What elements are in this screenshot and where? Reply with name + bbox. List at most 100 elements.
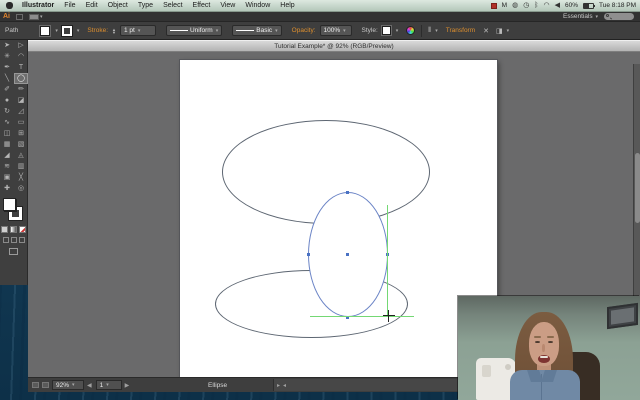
draw-inside-button[interactable] bbox=[18, 237, 25, 243]
tool-blob-brush[interactable]: ● bbox=[0, 95, 14, 106]
tool-eyedropper[interactable]: ◢ bbox=[0, 150, 14, 161]
tool-pencil[interactable]: ✏ bbox=[14, 84, 28, 95]
tool-slice[interactable]: ╳ bbox=[14, 172, 28, 183]
tool-type[interactable]: T bbox=[14, 62, 28, 73]
style-caret[interactable]: ▾ bbox=[396, 28, 399, 34]
tool-free-transform[interactable]: ▭ bbox=[14, 117, 28, 128]
fill-indicator[interactable] bbox=[3, 198, 16, 211]
stroke-weight-field[interactable]: 1 pt ▾ bbox=[119, 25, 156, 36]
recording-status-icon[interactable] bbox=[490, 2, 497, 9]
fill-color-swatch[interactable] bbox=[40, 25, 51, 36]
artboard-nav-forward[interactable]: ▶ bbox=[125, 382, 131, 389]
none-mode-button[interactable] bbox=[19, 226, 26, 233]
clock-icon[interactable]: ◷ bbox=[523, 2, 529, 9]
tool-rotate[interactable]: ↻ bbox=[0, 106, 14, 117]
tool-direct-selection[interactable]: ▷ bbox=[14, 40, 28, 51]
eye-left bbox=[535, 341, 540, 343]
tool-shape-builder[interactable]: ◫ bbox=[0, 128, 14, 139]
artboard-number-field[interactable]: 1 ▾ bbox=[95, 380, 122, 390]
document-tab[interactable]: Tutorial Example* @ 92% (RGB/Preview) bbox=[28, 40, 640, 52]
align-icon[interactable]: ⫴ bbox=[428, 27, 431, 35]
tool-symbol-sprayer[interactable]: ≋ bbox=[0, 161, 14, 172]
tool-blend[interactable]: ◬ bbox=[14, 150, 28, 161]
tool-paintbrush[interactable]: ✐ bbox=[0, 84, 14, 95]
style-label: Style: bbox=[361, 27, 378, 34]
artboard-number-value: 1 bbox=[99, 381, 104, 389]
tool-gradient[interactable]: ▧ bbox=[14, 139, 28, 150]
tool-column-graph[interactable]: ▥ bbox=[14, 161, 28, 172]
search-input[interactable] bbox=[604, 13, 634, 20]
tool-width[interactable]: ∿ bbox=[0, 117, 14, 128]
menu-window[interactable]: Window bbox=[240, 2, 275, 9]
align-caret[interactable]: ▾ bbox=[435, 28, 438, 34]
workspace-switcher[interactable]: Essentials ▾ bbox=[563, 13, 598, 20]
variable-width-select[interactable]: Uniform ▾ bbox=[165, 25, 223, 36]
draw-behind-button[interactable] bbox=[10, 237, 17, 243]
menu-effect[interactable]: Effect bbox=[188, 2, 216, 9]
tool-artboard[interactable]: ▣ bbox=[0, 172, 14, 183]
arrange-documents-icon[interactable] bbox=[29, 13, 39, 20]
tool-perspective-grid[interactable]: ⊞ bbox=[14, 128, 28, 139]
screen-mode-button[interactable] bbox=[9, 248, 18, 255]
current-tool-status: Ellipse bbox=[208, 381, 228, 389]
style-swatch[interactable] bbox=[381, 26, 391, 35]
tool-ellipse[interactable]: ◯ bbox=[14, 73, 28, 84]
volume-icon[interactable]: ◀ bbox=[555, 2, 560, 9]
arrange-documents-caret[interactable]: ▾ bbox=[40, 14, 43, 20]
tool-lasso[interactable]: ◠ bbox=[14, 51, 28, 62]
select-similar-icon[interactable]: ◨ bbox=[496, 27, 503, 35]
menu-illustrator[interactable]: Illustrator bbox=[17, 2, 59, 9]
anchor-point-left[interactable] bbox=[307, 253, 310, 256]
smart-guide-vertical bbox=[387, 205, 388, 317]
menu-object[interactable]: Object bbox=[103, 2, 133, 9]
apple-menu-icon[interactable] bbox=[6, 2, 13, 9]
wifi-icon[interactable]: ◠ bbox=[544, 2, 550, 9]
vertical-scrollbar-thumb[interactable] bbox=[635, 153, 640, 224]
transform-panel-link[interactable]: Transform bbox=[446, 27, 475, 34]
isolate-selection-icon[interactable]: ✕ bbox=[483, 27, 489, 35]
zoom-level-select[interactable]: 92% ▾ bbox=[52, 380, 84, 390]
tool-magic-wand[interactable]: ✳ bbox=[0, 51, 14, 62]
stroke-caret[interactable]: ▾ bbox=[77, 28, 80, 34]
draw-normal-button[interactable] bbox=[2, 237, 9, 243]
stroke-panel-link[interactable]: Stroke: bbox=[87, 27, 108, 34]
app-bar: Ai ▾ Essentials ▾ bbox=[0, 12, 640, 22]
fill-caret[interactable]: ▾ bbox=[55, 28, 58, 34]
artboard[interactable] bbox=[180, 60, 497, 377]
menu-help[interactable]: Help bbox=[275, 2, 299, 9]
tool-hand[interactable]: ✚ bbox=[0, 183, 14, 194]
stroke-color-swatch[interactable] bbox=[60, 24, 73, 37]
menu-edit[interactable]: Edit bbox=[81, 2, 103, 9]
color-mode-button[interactable] bbox=[1, 226, 8, 233]
scroll-right-arrow[interactable]: ▸ bbox=[277, 382, 280, 389]
menu-select[interactable]: Select bbox=[158, 2, 187, 9]
tool-eraser[interactable]: ◪ bbox=[14, 95, 28, 106]
tool-selection[interactable]: ➤ bbox=[0, 40, 14, 51]
tool-line-segment[interactable]: ╲ bbox=[0, 73, 14, 84]
scroll-left-arrow[interactable]: ◂ bbox=[283, 382, 286, 389]
recolor-artwork-icon[interactable] bbox=[406, 26, 416, 35]
gradient-mode-button[interactable] bbox=[10, 226, 17, 233]
status-grid-icon[interactable] bbox=[32, 382, 39, 388]
menu-type[interactable]: Type bbox=[133, 2, 158, 9]
menu-file[interactable]: File bbox=[59, 2, 80, 9]
presenter-shirt bbox=[510, 370, 580, 400]
menu-view[interactable]: View bbox=[215, 2, 240, 9]
bluetooth-icon[interactable]: ᛒ bbox=[534, 2, 538, 9]
tool-scale[interactable]: ◿ bbox=[14, 106, 28, 117]
brush-definition-select[interactable]: Basic ▾ bbox=[232, 25, 282, 36]
tool-mesh[interactable]: ▦ bbox=[0, 139, 14, 150]
artboard-nav-back[interactable]: ◀ bbox=[87, 382, 93, 389]
opacity-field[interactable]: 100% ▾ bbox=[319, 25, 352, 36]
status-arrow-icon[interactable] bbox=[42, 382, 49, 388]
tool-zoom[interactable]: ◎ bbox=[14, 183, 28, 194]
time-machine-icon[interactable]: ◍ bbox=[512, 2, 518, 9]
tool-pen[interactable]: ✒ bbox=[0, 62, 14, 73]
select-similar-caret[interactable]: ▾ bbox=[507, 28, 510, 34]
menubar-clock[interactable]: Tue 8:18 PM bbox=[599, 2, 636, 9]
opacity-panel-link[interactable]: Opacity: bbox=[292, 27, 316, 34]
stroke-weight-stepper[interactable]: ▲ ▼ bbox=[112, 27, 116, 34]
bridge-button[interactable] bbox=[16, 13, 23, 20]
anchor-point-top[interactable] bbox=[346, 191, 349, 194]
menu-extra-badge[interactable]: M bbox=[502, 2, 507, 9]
